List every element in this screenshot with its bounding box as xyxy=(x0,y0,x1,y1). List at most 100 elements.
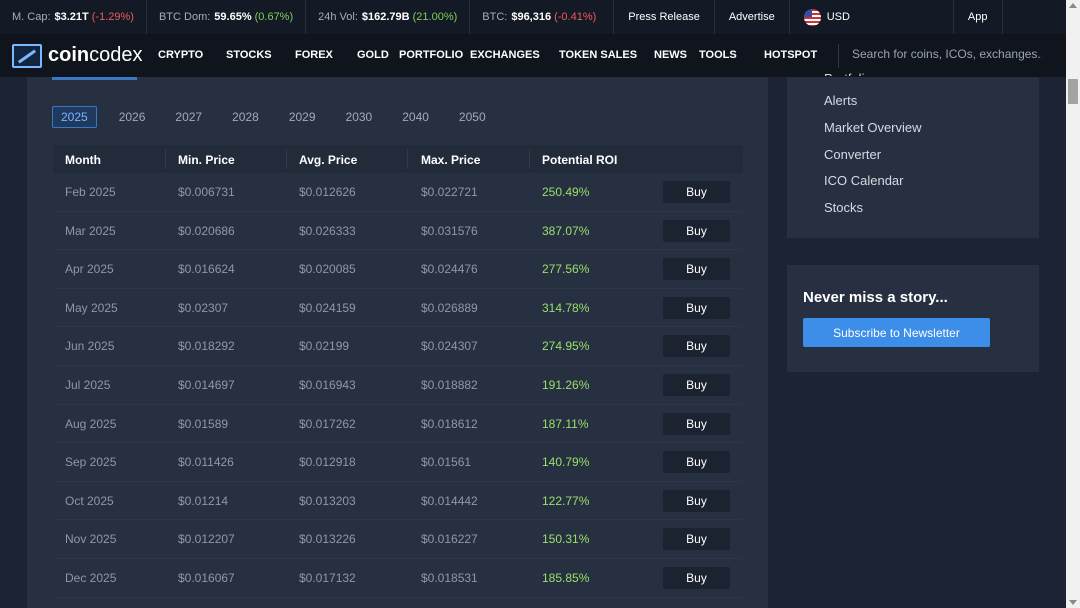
scrollbar-thumb[interactable] xyxy=(1068,79,1078,104)
year-tab-2030[interactable]: 2030 xyxy=(338,106,381,128)
cell-max-price: $0.026889 xyxy=(421,300,478,315)
header-month[interactable]: Month xyxy=(65,153,101,167)
buy-button[interactable]: Buy xyxy=(663,451,730,474)
year-tab-2040[interactable]: 2040 xyxy=(394,106,437,128)
cell-month: Dec 2025 xyxy=(65,570,117,585)
sidebar-item-ico-calendar[interactable]: ICO Calendar xyxy=(824,173,903,188)
market-cap-label: M. Cap: xyxy=(12,11,51,23)
page-scrollbar[interactable] xyxy=(1066,0,1080,608)
cell-min-price: $0.020686 xyxy=(178,223,235,238)
cell-max-price: $0.01561 xyxy=(421,455,472,470)
header-divider xyxy=(165,149,166,169)
year-tab-2029[interactable]: 2029 xyxy=(281,106,324,128)
table-row: Jun 2025 $0.018292 $0.02199 $0.024307 274.95… xyxy=(53,327,743,366)
year-tab-2027[interactable]: 2027 xyxy=(167,106,210,128)
scroll-up-arrow-icon[interactable] xyxy=(1069,3,1077,8)
buy-button[interactable]: Buy xyxy=(663,566,730,589)
site-logo[interactable]: coincodex xyxy=(12,43,150,68)
cell-max-price: $0.016227 xyxy=(421,532,478,547)
cell-month: May 2025 xyxy=(65,300,118,315)
cell-avg-price: $0.02199 xyxy=(299,339,350,354)
nav-crypto[interactable]: CRYPTO xyxy=(158,49,203,61)
sidebar-menu: Portfolio Alerts Market Overview Convert… xyxy=(787,71,1039,238)
header-avg-price[interactable]: Avg. Price xyxy=(299,153,357,167)
cell-max-price: $0.018882 xyxy=(421,377,478,392)
buy-button[interactable]: Buy xyxy=(663,373,730,396)
header-divider xyxy=(286,149,287,169)
cell-max-price: $0.031576 xyxy=(421,223,478,238)
nav-token-sales[interactable]: TOKEN SALES xyxy=(559,49,637,61)
year-tab-2050[interactable]: 2050 xyxy=(451,106,494,128)
buy-button[interactable]: Buy xyxy=(663,296,730,319)
nav-tools[interactable]: TOOLS xyxy=(699,49,737,61)
nav-portfolio[interactable]: PORTFOLIO xyxy=(399,49,463,61)
btc-price-stat[interactable]: BTC: $96,316 (-0.41%) xyxy=(469,0,608,34)
buy-button[interactable]: Buy xyxy=(663,181,730,203)
scroll-down-arrow-icon[interactable] xyxy=(1069,600,1077,605)
nav-gold[interactable]: GOLD xyxy=(357,49,389,61)
table-row: Aug 2025 $0.01589 $0.017262 $0.018612 187.11… xyxy=(53,405,743,444)
buy-button[interactable]: Buy xyxy=(663,528,730,551)
cell-avg-price: $0.013226 xyxy=(299,532,356,547)
nav-stocks[interactable]: STOCKS xyxy=(226,49,272,61)
subscribe-newsletter-button[interactable]: Subscribe to Newsletter xyxy=(803,318,990,347)
btc-price-value: $96,316 xyxy=(511,11,552,23)
sidebar-item-alerts[interactable]: Alerts xyxy=(824,93,857,108)
header-potential-roi[interactable]: Potential ROI xyxy=(542,153,617,167)
table-row: Dec 2025 $0.016067 $0.017132 $0.018531 185.8… xyxy=(53,559,743,598)
cell-potential-roi: 387.07% xyxy=(542,223,590,238)
advertise-link[interactable]: Advertise xyxy=(713,0,789,34)
press-release-link[interactable]: Press Release xyxy=(613,0,714,34)
nav-exchanges[interactable]: EXCHANGES xyxy=(470,49,540,61)
cell-min-price: $0.016624 xyxy=(178,262,235,277)
app-link[interactable]: App xyxy=(952,0,1003,34)
nav-hotspot[interactable]: HOTSPOT xyxy=(764,49,817,61)
nav-news[interactable]: NEWS xyxy=(654,49,687,61)
search-input[interactable] xyxy=(852,47,1042,61)
year-tab-2025[interactable]: 2025 xyxy=(52,106,97,128)
buy-button[interactable]: Buy xyxy=(663,219,730,242)
monthly-prediction-table: Month Min. Price Avg. Price Max. Price P… xyxy=(53,145,743,598)
cell-min-price: $0.018292 xyxy=(178,339,235,354)
cell-avg-price: $0.017262 xyxy=(299,416,356,431)
table-row: Oct 2025 $0.01214 $0.013203 $0.014442 122.77… xyxy=(53,482,743,521)
sidebar-item-stocks[interactable]: Stocks xyxy=(824,200,863,215)
table-header: Month Min. Price Avg. Price Max. Price P… xyxy=(53,145,743,173)
cell-max-price: $0.018531 xyxy=(421,570,478,585)
year-tab-2026[interactable]: 2026 xyxy=(111,106,154,128)
header-divider xyxy=(529,149,530,169)
volume-stat[interactable]: 24h Vol: $162.79B (21.00%) xyxy=(305,0,469,34)
cell-min-price: $0.016067 xyxy=(178,570,235,585)
table-row: Sep 2025 $0.011426 $0.012918 $0.01561 140.79… xyxy=(53,443,743,482)
cell-avg-price: $0.012918 xyxy=(299,455,356,470)
header-max-price[interactable]: Max. Price xyxy=(421,153,480,167)
cell-min-price: $0.012207 xyxy=(178,532,235,547)
us-flag-icon xyxy=(803,8,821,26)
table-row: Nov 2025 $0.012207 $0.013226 $0.016227 150.3… xyxy=(53,520,743,559)
volume-value: $162.79B xyxy=(361,11,410,23)
sidebar-item-converter[interactable]: Converter xyxy=(824,147,881,162)
cell-month: Oct 2025 xyxy=(65,493,114,508)
table-row: Jul 2025 $0.014697 $0.016943 $0.018882 191.2… xyxy=(53,366,743,405)
market-cap-stat[interactable]: M. Cap: $3.21T (-1.29%) xyxy=(0,0,146,34)
year-tab-2028[interactable]: 2028 xyxy=(224,106,267,128)
market-cap-value: $3.21T xyxy=(54,11,89,23)
logo-chart-icon xyxy=(12,43,42,68)
buy-button[interactable]: Buy xyxy=(663,412,730,435)
nav-forex[interactable]: FOREX xyxy=(295,49,333,61)
buy-button[interactable]: Buy xyxy=(663,335,730,358)
buy-button[interactable]: Buy xyxy=(663,258,730,281)
cell-avg-price: $0.016943 xyxy=(299,377,356,392)
currency-selector[interactable]: USD xyxy=(788,0,864,34)
cell-month: Mar 2025 xyxy=(65,223,116,238)
market-ticker-bar: M. Cap: $3.21T (-1.29%) BTC Dom: 59.65% … xyxy=(0,0,1066,34)
btc-dominance-stat[interactable]: BTC Dom: 59.65% (0.67%) xyxy=(145,0,305,34)
cell-avg-price: $0.026333 xyxy=(299,223,356,238)
cell-potential-roi: 191.26% xyxy=(542,377,590,392)
cell-potential-roi: 150.31% xyxy=(542,532,590,547)
cell-min-price: $0.02307 xyxy=(178,300,229,315)
buy-button[interactable]: Buy xyxy=(663,489,730,512)
sidebar-item-portfolio[interactable]: Portfolio xyxy=(824,71,872,76)
header-min-price[interactable]: Min. Price xyxy=(178,153,235,167)
sidebar-item-market-overview[interactable]: Market Overview xyxy=(824,120,922,135)
